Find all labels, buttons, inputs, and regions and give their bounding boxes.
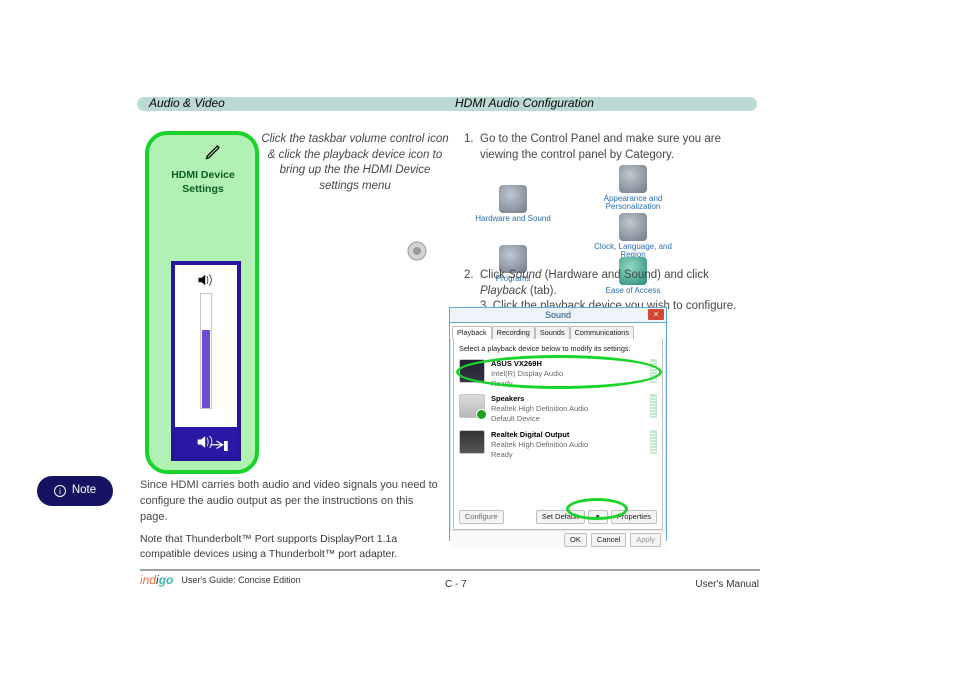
level-meter: [650, 430, 657, 454]
section-banner: [137, 97, 757, 111]
pen-icon: [204, 141, 224, 161]
speaker-ico-small: [406, 240, 428, 262]
volume-slider[interactable]: [200, 293, 212, 409]
hdmi-settings-label: HDMI Device Settings: [157, 168, 249, 196]
device-menu-icon: [209, 439, 229, 453]
step-number-2: 2.: [464, 268, 474, 284]
sound-window-titlebar: Sound ×: [450, 308, 666, 323]
cp-tile-hardware-sound: Hardware and Sound: [468, 182, 558, 247]
note-hint: Note that Thunderbolt™ Port supports Dis…: [140, 532, 438, 562]
digital-output-icon: [459, 430, 485, 454]
device-row[interactable]: ASUS VX269H Intel(R) Display Audio Ready: [459, 359, 657, 389]
section-subtitle: HDMI Audio Configuration: [455, 95, 594, 111]
tab-communications[interactable]: Communications: [570, 326, 634, 339]
footer-manual: User's Manual: [695, 578, 759, 592]
ok-button[interactable]: OK: [564, 533, 587, 547]
apply-button: Apply: [630, 533, 661, 547]
page-number: C - 7: [445, 578, 467, 592]
close-button[interactable]: ×: [648, 309, 664, 320]
tab-recording[interactable]: Recording: [492, 326, 535, 339]
sound-window-title: Sound: [545, 309, 571, 321]
note-tag: i Note: [37, 476, 113, 506]
manual-page: Audio & Video HDMI Audio Configuration H…: [0, 0, 954, 673]
volume-slider-fill: [202, 330, 210, 408]
set-default-dropdown[interactable]: ▾: [588, 510, 608, 524]
link-playback[interactable]: Playback: [480, 285, 527, 297]
properties-button[interactable]: Properties: [611, 510, 657, 524]
sound-hint: Select a playback device below to modify…: [459, 344, 657, 354]
level-meter: [650, 394, 657, 418]
cancel-button[interactable]: Cancel: [591, 533, 626, 547]
monitor-icon: [459, 359, 485, 383]
section-title: Audio & Video: [149, 95, 225, 111]
tab-playback[interactable]: Playback: [452, 326, 492, 339]
note-label: Note: [72, 483, 96, 499]
link-sound[interactable]: Sound: [508, 269, 541, 281]
set-default-button[interactable]: Set Default: [536, 510, 585, 524]
info-icon: i: [54, 485, 66, 497]
volume-device-button[interactable]: [175, 427, 237, 457]
sound-window: Sound × Playback Recording Sounds Commun…: [449, 307, 667, 541]
step-1: 1. Go to the Control Panel and make sure…: [480, 132, 750, 163]
volume-popup: [171, 261, 241, 461]
sound-tabs: Playback Recording Sounds Communications: [450, 323, 666, 339]
printer-icon: [499, 185, 527, 213]
speaker-icon: [197, 273, 215, 287]
device-row[interactable]: Speakers Realtek High Definition Audio D…: [459, 394, 657, 424]
step-number-1: 1.: [464, 132, 474, 148]
display-icon: [619, 165, 647, 193]
footer-divider: [140, 569, 760, 571]
configure-button: Configure: [459, 510, 504, 524]
speaker-device-icon: [459, 394, 485, 418]
device-row[interactable]: Realtek Digital Output Realtek High Defi…: [459, 430, 657, 460]
tab-sounds[interactable]: Sounds: [535, 326, 570, 339]
globe-icon: [619, 213, 647, 241]
hdmi-settings-highlight: HDMI Device Settings: [145, 131, 259, 474]
svg-text:i: i: [59, 487, 61, 496]
note-text: Since HDMI carries both audio and video …: [140, 478, 438, 526]
footer-brand: indigo User's Guide: Concise Edition: [140, 572, 301, 588]
level-meter: [650, 359, 657, 383]
hdmi-caption: Click the taskbar volume control icon & …: [260, 132, 450, 194]
